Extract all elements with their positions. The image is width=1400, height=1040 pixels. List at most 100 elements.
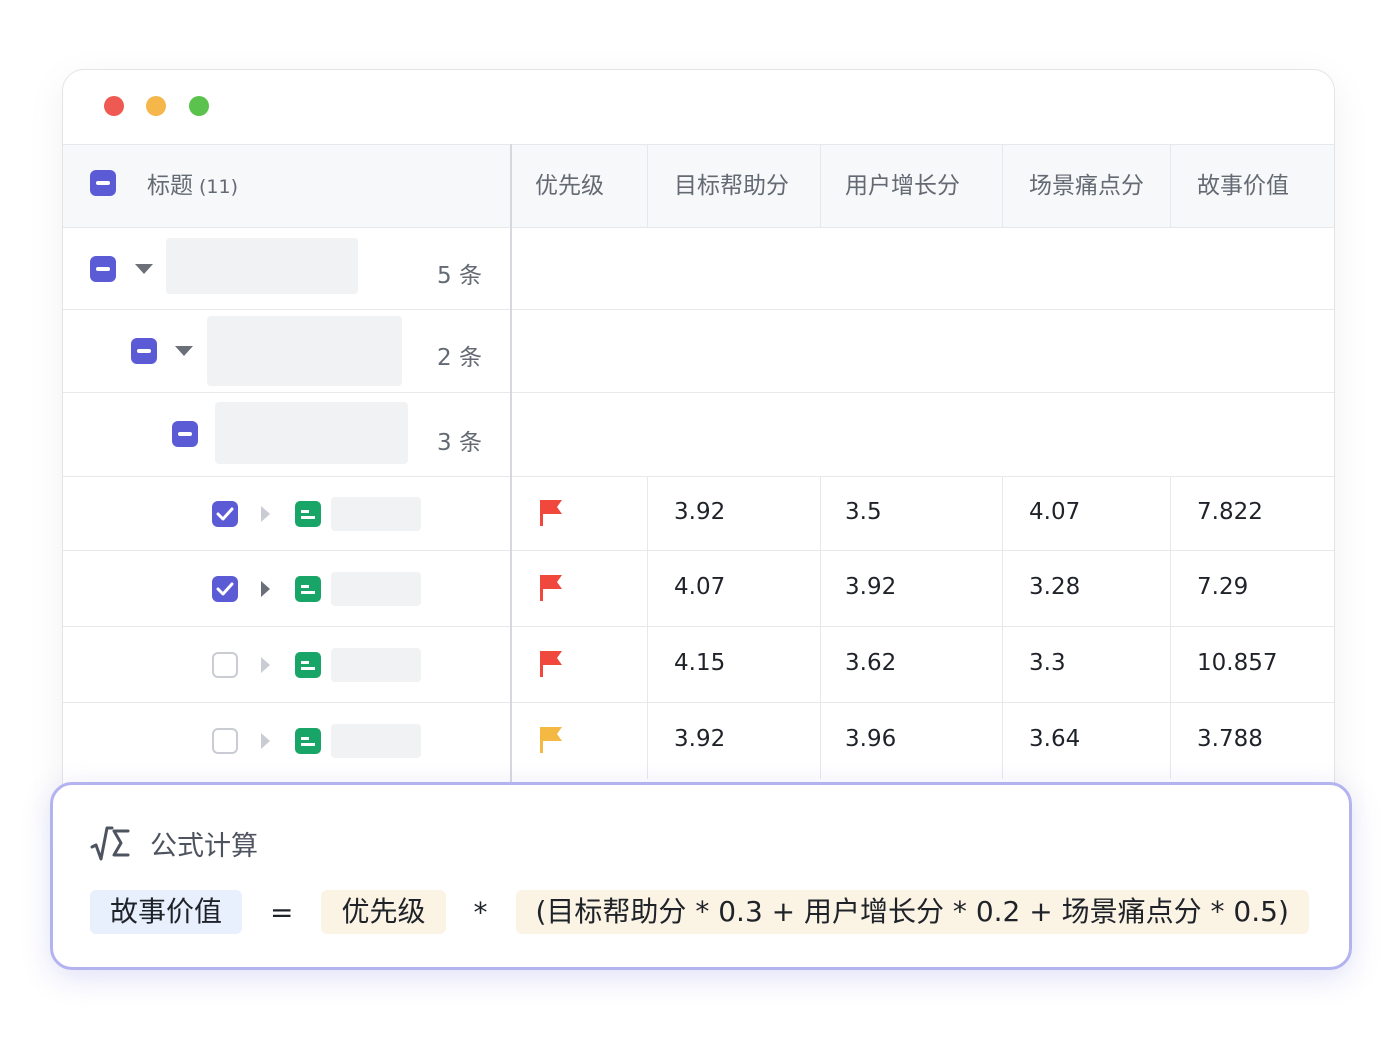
goal-score-cell[interactable]: 3.92: [674, 499, 725, 525]
document-icon: [295, 576, 321, 602]
column-divider: [820, 145, 821, 228]
story-value-cell[interactable]: 3.788: [1197, 726, 1263, 752]
collapse-chevron-icon[interactable]: [175, 346, 193, 356]
column-divider: [1002, 627, 1003, 703]
row-checkbox[interactable]: [212, 576, 238, 602]
close-window-button[interactable]: [104, 96, 124, 116]
formula-expression: 故事价值 = 优先级 * (目标帮助分 * 0.3 + 用户增长分 * 0.2 …: [90, 890, 1309, 934]
column-divider: [1170, 703, 1171, 779]
growth-score-cell[interactable]: 3.62: [845, 650, 896, 676]
table-header: 标题 (11) 优先级 目标帮助分 用户增长分 场景痛点分 故事价值: [63, 144, 1334, 228]
column-header-story-value[interactable]: 故事价值: [1197, 145, 1289, 228]
frozen-column-divider[interactable]: [510, 144, 512, 828]
column-divider: [820, 551, 821, 627]
column-header-growth-score[interactable]: 用户增长分: [845, 145, 960, 228]
app-window: 标题 (11) 优先级 目标帮助分 用户增长分 场景痛点分 故事价值 5 条 2 …: [62, 69, 1335, 829]
story-value-cell[interactable]: 7.29: [1197, 574, 1248, 600]
column-divider: [647, 551, 648, 627]
formula-multiply-operator: *: [473, 895, 488, 929]
column-divider: [820, 703, 821, 779]
column-divider: [820, 627, 821, 703]
formula-equals-operator: =: [270, 895, 294, 929]
row-title-redacted[interactable]: [331, 497, 421, 531]
group-checkbox[interactable]: [131, 338, 157, 364]
group-checkbox[interactable]: [90, 256, 116, 282]
column-divider: [820, 477, 821, 551]
group-checkbox[interactable]: [172, 421, 198, 447]
column-divider: [647, 703, 648, 779]
pain-score-cell[interactable]: 3.64: [1029, 726, 1080, 752]
data-table: 标题 (11) 优先级 目标帮助分 用户增长分 场景痛点分 故事价值 5 条 2 …: [63, 144, 1334, 828]
formula-panel: 公式计算 故事价值 = 优先级 * (目标帮助分 * 0.3 + 用户增长分 *…: [50, 782, 1352, 970]
row-checkbox[interactable]: [212, 652, 238, 678]
expand-row-chevron-icon[interactable]: [261, 657, 270, 673]
goal-score-cell[interactable]: 4.07: [674, 574, 725, 600]
column-divider: [1002, 477, 1003, 551]
story-value-cell[interactable]: 10.857: [1197, 650, 1277, 676]
column-divider: [1170, 145, 1171, 228]
group-title-redacted: [215, 402, 408, 464]
goal-score-cell[interactable]: 3.92: [674, 726, 725, 752]
document-icon: [295, 501, 321, 527]
maximize-window-button[interactable]: [189, 96, 209, 116]
priority-flag-icon[interactable]: [538, 725, 564, 755]
column-divider: [1170, 477, 1171, 551]
column-header-title[interactable]: 标题 (11): [147, 145, 238, 228]
story-value-cell[interactable]: 7.822: [1197, 499, 1263, 525]
expand-row-chevron-icon[interactable]: [261, 506, 270, 522]
group-count-label: 5 条: [437, 263, 482, 289]
table-row[interactable]: 4.07 3.92 3.28 7.29: [63, 550, 1334, 627]
growth-score-cell[interactable]: 3.5: [845, 499, 882, 525]
column-divider: [1170, 551, 1171, 627]
pain-score-cell[interactable]: 4.07: [1029, 499, 1080, 525]
title-header-count: (11): [199, 176, 239, 198]
group-count-label: 3 条: [437, 430, 482, 456]
growth-score-cell[interactable]: 3.92: [845, 574, 896, 600]
formula-header: 公式计算: [90, 823, 258, 863]
group-count-label: 2 条: [437, 345, 482, 371]
formula-sigma-icon: [90, 826, 130, 861]
group-row[interactable]: 5 条: [63, 227, 1334, 309]
column-header-priority[interactable]: 优先级: [535, 145, 604, 228]
row-title-redacted[interactable]: [331, 572, 421, 606]
column-header-pain-score[interactable]: 场景痛点分: [1029, 145, 1144, 228]
expand-row-chevron-icon[interactable]: [261, 733, 270, 749]
goal-score-cell[interactable]: 4.15: [674, 650, 725, 676]
priority-flag-icon[interactable]: [538, 649, 564, 679]
document-icon: [295, 652, 321, 678]
priority-flag-icon[interactable]: [538, 573, 564, 603]
column-divider: [647, 477, 648, 551]
row-title-redacted[interactable]: [331, 724, 421, 758]
priority-flag-icon[interactable]: [538, 498, 564, 528]
column-divider: [1170, 627, 1171, 703]
column-divider: [1002, 551, 1003, 627]
formula-title: 公式计算: [150, 830, 258, 862]
title-bar: [63, 70, 1334, 144]
collapse-chevron-icon[interactable]: [135, 264, 153, 274]
document-icon: [295, 728, 321, 754]
column-divider: [1002, 145, 1003, 228]
pain-score-cell[interactable]: 3.28: [1029, 574, 1080, 600]
group-title-redacted: [207, 316, 402, 386]
group-row[interactable]: 2 条: [63, 309, 1334, 392]
formula-expression-chip[interactable]: (目标帮助分 * 0.3 + 用户增长分 * 0.2 + 场景痛点分 * 0.5…: [515, 890, 1309, 934]
minimize-window-button[interactable]: [146, 96, 166, 116]
row-checkbox[interactable]: [212, 501, 238, 527]
row-title-redacted[interactable]: [331, 648, 421, 682]
row-checkbox[interactable]: [212, 728, 238, 754]
growth-score-cell[interactable]: 3.96: [845, 726, 896, 752]
expand-row-chevron-icon[interactable]: [261, 581, 270, 597]
table-row[interactable]: 4.15 3.62 3.3 10.857: [63, 626, 1334, 703]
title-header-label: 标题: [147, 173, 193, 199]
formula-result-field-chip[interactable]: 故事价值: [90, 890, 243, 934]
pain-score-cell[interactable]: 3.3: [1029, 650, 1066, 676]
table-row[interactable]: 3.92 3.96 3.64 3.788: [63, 702, 1334, 779]
table-row[interactable]: 3.92 3.5 4.07 7.822: [63, 476, 1334, 551]
group-row[interactable]: 3 条: [63, 392, 1334, 476]
select-all-checkbox[interactable]: [90, 170, 116, 196]
column-divider: [647, 145, 648, 228]
group-title-redacted: [166, 238, 358, 294]
formula-factor-field-chip[interactable]: 优先级: [321, 890, 446, 934]
column-divider: [1002, 703, 1003, 779]
column-header-goal-score[interactable]: 目标帮助分: [674, 145, 789, 228]
